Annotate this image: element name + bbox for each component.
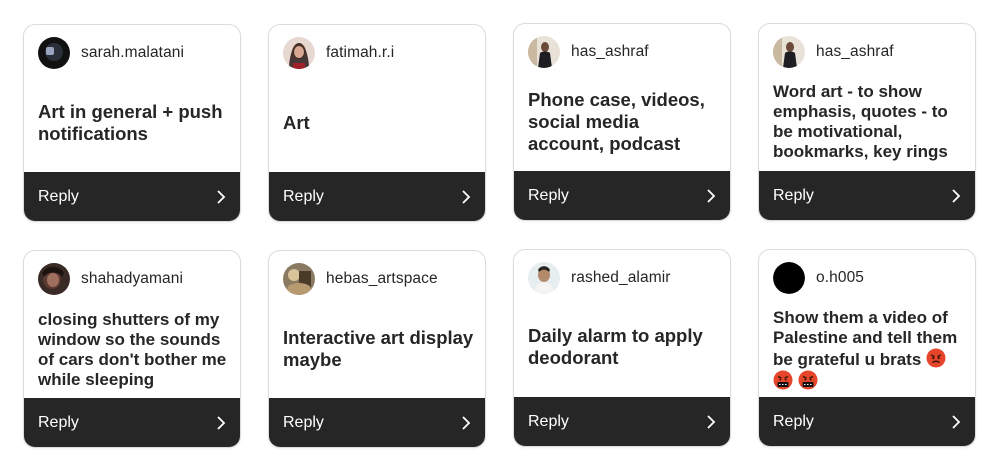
username[interactable]: o.h005	[816, 269, 864, 287]
avatar[interactable]	[528, 36, 560, 68]
reply-label: Reply	[283, 187, 324, 205]
reply-button[interactable]: Reply	[24, 172, 240, 221]
chevron-right-icon	[461, 189, 471, 204]
reply-button[interactable]: Reply	[759, 397, 975, 446]
avatar[interactable]	[773, 262, 805, 294]
reply-button[interactable]: Reply	[514, 397, 730, 446]
reply-label: Reply	[773, 412, 814, 430]
cursing-face-icon	[798, 370, 818, 390]
reply-button[interactable]: Reply	[269, 398, 485, 447]
reply-text: closing shutters of my window so the sou…	[38, 310, 227, 389]
reply-text: Daily alarm to apply deodorant	[528, 325, 703, 368]
avatar[interactable]	[773, 36, 805, 68]
reply-card: sarah.malatani Art in general + push not…	[23, 24, 241, 222]
reply-card: rashed_alamir Daily alarm to apply deodo…	[513, 249, 731, 447]
avatar[interactable]	[38, 37, 70, 69]
reply-card: shahadyamani closing shutters of my wind…	[23, 250, 241, 448]
reply-text: Phone case, videos, social media account…	[528, 89, 705, 154]
chevron-right-icon	[216, 189, 226, 204]
reply-button[interactable]: Reply	[24, 398, 240, 447]
reply-label: Reply	[38, 413, 79, 431]
chevron-right-icon	[951, 188, 961, 203]
reply-card: o.h005 Show them a video of Palestine an…	[758, 249, 976, 447]
angry-face-icon	[926, 348, 946, 368]
reply-text: Art in general + push notifications	[38, 101, 223, 144]
username[interactable]: shahadyamani	[81, 270, 183, 288]
username[interactable]: hebas_artspace	[326, 270, 438, 288]
username[interactable]: rashed_alamir	[571, 269, 671, 287]
username[interactable]: fatimah.r.i	[326, 44, 394, 62]
reply-label: Reply	[528, 186, 569, 204]
chevron-right-icon	[706, 414, 716, 429]
reply-text: Art	[283, 112, 310, 133]
reply-button[interactable]: Reply	[269, 172, 485, 221]
reply-card: fatimah.r.i Art Reply	[268, 24, 486, 222]
username[interactable]: has_ashraf	[816, 43, 894, 61]
avatar[interactable]	[38, 263, 70, 295]
avatar[interactable]	[528, 262, 560, 294]
chevron-right-icon	[461, 415, 471, 430]
reply-label: Reply	[773, 186, 814, 204]
reply-label: Reply	[38, 187, 79, 205]
chevron-right-icon	[951, 414, 961, 429]
reply-text: Word art - to show emphasis, quotes - to…	[773, 82, 948, 161]
reply-label: Reply	[528, 412, 569, 430]
reply-text: Interactive art display maybe	[283, 327, 474, 370]
reply-text: Show them a video of Palestine and tell …	[773, 308, 965, 392]
username[interactable]: sarah.malatani	[81, 44, 184, 62]
reply-button[interactable]: Reply	[759, 171, 975, 220]
avatar[interactable]	[283, 37, 315, 69]
avatar[interactable]	[283, 263, 315, 295]
reply-card: has_ashraf Word art - to show emphasis, …	[758, 23, 976, 221]
cursing-face-icon	[773, 370, 793, 390]
reply-button[interactable]: Reply	[514, 171, 730, 220]
chevron-right-icon	[216, 415, 226, 430]
chevron-right-icon	[706, 188, 716, 203]
reply-card: hebas_artspace Interactive art display m…	[268, 250, 486, 448]
reply-label: Reply	[283, 413, 324, 431]
username[interactable]: has_ashraf	[571, 43, 649, 61]
reply-card: has_ashraf Phone case, videos, social me…	[513, 23, 731, 221]
